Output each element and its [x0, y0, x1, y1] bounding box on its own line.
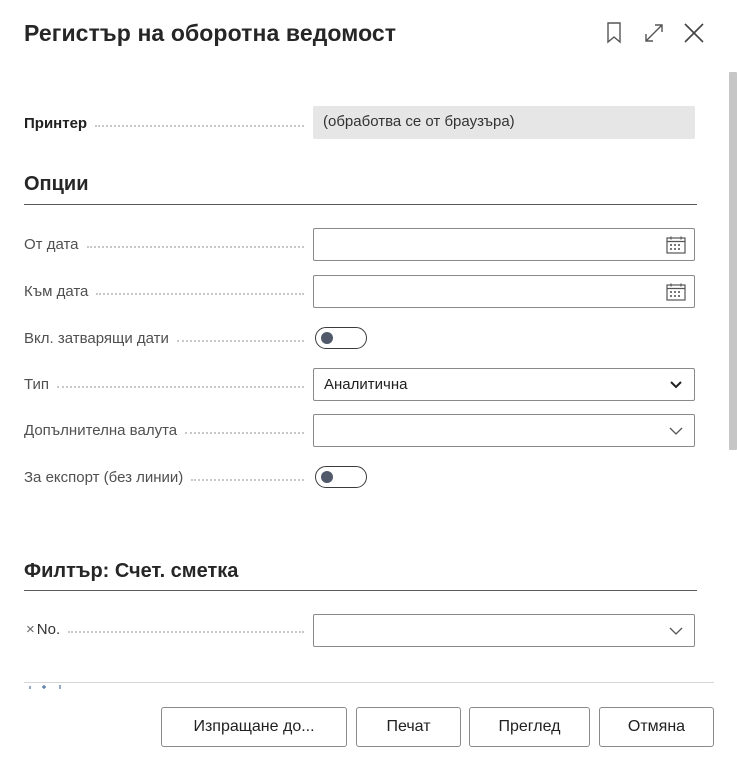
include-closing-toggle[interactable] — [315, 327, 367, 349]
preview-button[interactable]: Преглед — [469, 707, 590, 747]
add-filter-link-clipped[interactable] — [26, 676, 66, 692]
filter-section-title: Филтър: Счет. сметка — [24, 560, 239, 582]
options-divider — [24, 204, 697, 205]
for-export-toggle[interactable] — [315, 466, 367, 488]
calendar-icon[interactable] — [666, 236, 686, 254]
to-date-label: Към дата — [24, 283, 308, 300]
printer-value: (обработва се от браузъра) — [323, 113, 515, 130]
filter-divider — [24, 590, 697, 591]
options-section-title: Опции — [24, 173, 89, 195]
type-select[interactable]: Аналитична — [313, 368, 695, 401]
footer-divider — [24, 682, 714, 683]
filter-no-select[interactable] — [313, 614, 695, 647]
print-button[interactable]: Печат — [356, 707, 461, 747]
expand-icon[interactable] — [641, 20, 667, 46]
calendar-icon[interactable] — [666, 283, 686, 301]
additional-currency-label: Допълнителна валута — [24, 422, 308, 439]
dialog-title: Регистър на оборотна ведомост — [24, 20, 397, 46]
printer-label: Принтер — [24, 115, 308, 132]
filter-no-label: × No. — [26, 621, 308, 638]
send-to-button[interactable]: Изпращане до... — [161, 707, 347, 747]
from-date-label: От дата — [24, 236, 308, 253]
type-select-value: Аналитична — [324, 376, 408, 393]
toggle-knob — [321, 471, 333, 483]
cancel-button[interactable]: Отмяна — [599, 707, 714, 747]
for-export-label: За експорт (без линии) — [24, 469, 308, 486]
chevron-down-icon[interactable] — [668, 423, 688, 441]
additional-currency-select[interactable] — [313, 414, 695, 447]
from-date-input[interactable] — [313, 228, 695, 261]
chevron-down-icon[interactable] — [668, 623, 688, 641]
scrollbar-thumb[interactable] — [729, 72, 737, 450]
chevron-down-icon[interactable] — [668, 377, 688, 395]
clear-filter-icon[interactable]: × — [26, 621, 35, 638]
to-date-input[interactable] — [313, 275, 695, 308]
printer-field: (обработва се от браузъра) — [313, 106, 695, 139]
close-icon[interactable] — [681, 20, 707, 46]
bookmark-icon[interactable] — [601, 20, 627, 46]
type-label: Тип — [24, 376, 308, 393]
include-closing-label: Вкл. затварящи дати — [24, 330, 308, 347]
toggle-knob — [321, 332, 333, 344]
